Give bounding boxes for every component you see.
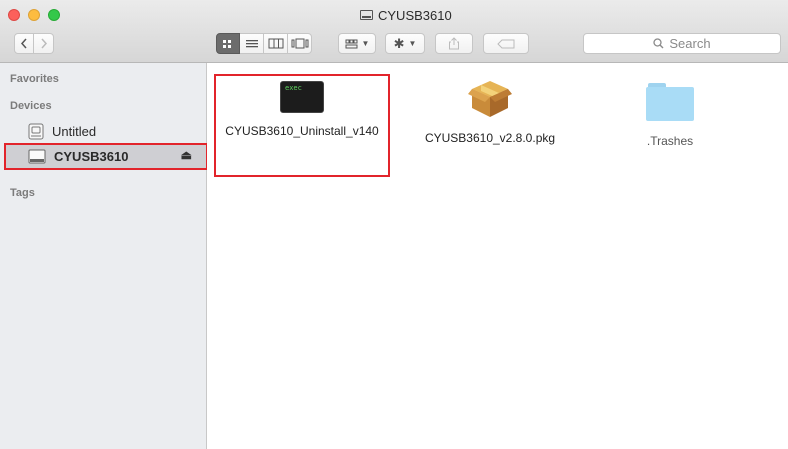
file-item-trashes[interactable]: .Trashes bbox=[600, 83, 740, 149]
chevron-down-icon: ▼ bbox=[408, 39, 417, 48]
sidebar-section-devices[interactable]: Devices bbox=[10, 100, 52, 112]
package-icon bbox=[468, 81, 512, 117]
back-forward-group bbox=[14, 33, 54, 54]
folder-icon bbox=[646, 83, 694, 121]
annotation-highlight-file bbox=[214, 74, 390, 177]
window-titlebar: CYUSB3610 ▼ ✱ ▼ Search bbox=[0, 0, 788, 63]
view-mode-selector bbox=[216, 33, 312, 54]
sidebar-section-favorites[interactable]: Favorites bbox=[10, 73, 59, 85]
chevron-left-icon bbox=[20, 38, 27, 49]
tag-icon bbox=[497, 39, 515, 48]
minimize-window-button[interactable] bbox=[28, 9, 40, 21]
icon-view-icon bbox=[223, 39, 231, 48]
chevron-down-icon: ▼ bbox=[361, 39, 370, 48]
edit-tags-button[interactable] bbox=[483, 33, 529, 54]
close-window-button[interactable] bbox=[8, 9, 20, 21]
list-view-icon bbox=[245, 39, 258, 47]
share-icon bbox=[449, 37, 459, 50]
window-title: CYUSB3610 bbox=[360, 6, 452, 24]
sidebar: Favorites Devices Untitled CYUSB3610 ⏏ T… bbox=[0, 63, 207, 449]
cover-flow-view-button[interactable] bbox=[288, 33, 312, 54]
column-view-icon bbox=[268, 38, 283, 49]
cover-flow-icon bbox=[291, 38, 308, 49]
internal-disk-icon bbox=[28, 123, 44, 139]
sidebar-item-untitled[interactable]: Untitled bbox=[4, 119, 206, 143]
action-button[interactable]: ✱ ▼ bbox=[385, 33, 425, 54]
search-placeholder: Search bbox=[669, 36, 711, 51]
file-item-name: .Trashes bbox=[646, 134, 694, 148]
sidebar-item-label: Untitled bbox=[52, 123, 97, 139]
share-button[interactable] bbox=[435, 33, 473, 54]
icon-view-button[interactable] bbox=[216, 33, 240, 54]
column-view-button[interactable] bbox=[264, 33, 288, 54]
forward-button[interactable] bbox=[34, 33, 54, 54]
chevron-right-icon bbox=[40, 38, 47, 49]
window-title-text: CYUSB3610 bbox=[378, 7, 452, 23]
file-item-name: CYUSB3610_v2.8.0.pkg bbox=[424, 131, 556, 145]
list-view-button[interactable] bbox=[240, 33, 264, 54]
gear-icon: ✱ bbox=[393, 35, 405, 51]
back-button[interactable] bbox=[14, 33, 34, 54]
arrange-button[interactable]: ▼ bbox=[338, 33, 376, 54]
annotation-highlight-device bbox=[4, 143, 208, 170]
arrange-icon bbox=[345, 39, 358, 48]
search-field[interactable]: Search bbox=[583, 33, 781, 54]
file-item-pkg[interactable]: CYUSB3610_v2.8.0.pkg bbox=[410, 75, 570, 146]
zoom-window-button[interactable] bbox=[48, 9, 60, 21]
sidebar-section-tags[interactable]: Tags bbox=[10, 187, 35, 199]
search-icon bbox=[653, 38, 664, 49]
disk-icon bbox=[360, 10, 373, 20]
